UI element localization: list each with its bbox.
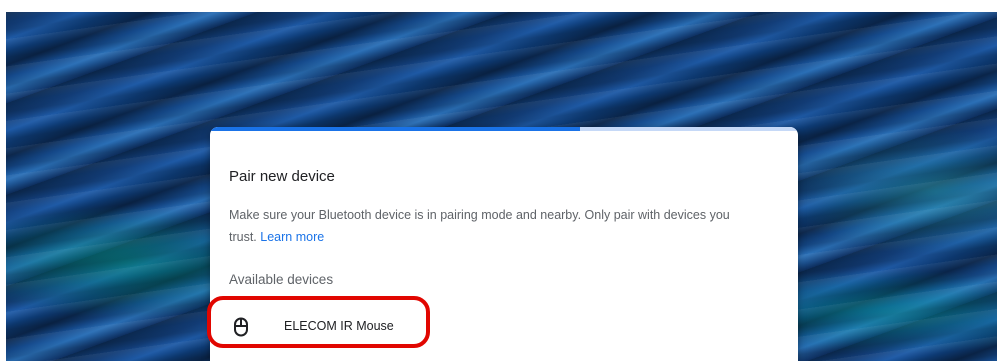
dialog-description: Make sure your Bluetooth device is in pa…	[229, 204, 759, 248]
highlight-annotation-ring	[207, 296, 430, 348]
dialog-title: Pair new device	[229, 168, 335, 185]
available-devices-heading: Available devices	[229, 272, 334, 287]
scanning-progress-bar	[210, 127, 798, 131]
learn-more-link[interactable]: Learn more	[260, 230, 324, 244]
scanning-progress-fill	[210, 127, 581, 131]
